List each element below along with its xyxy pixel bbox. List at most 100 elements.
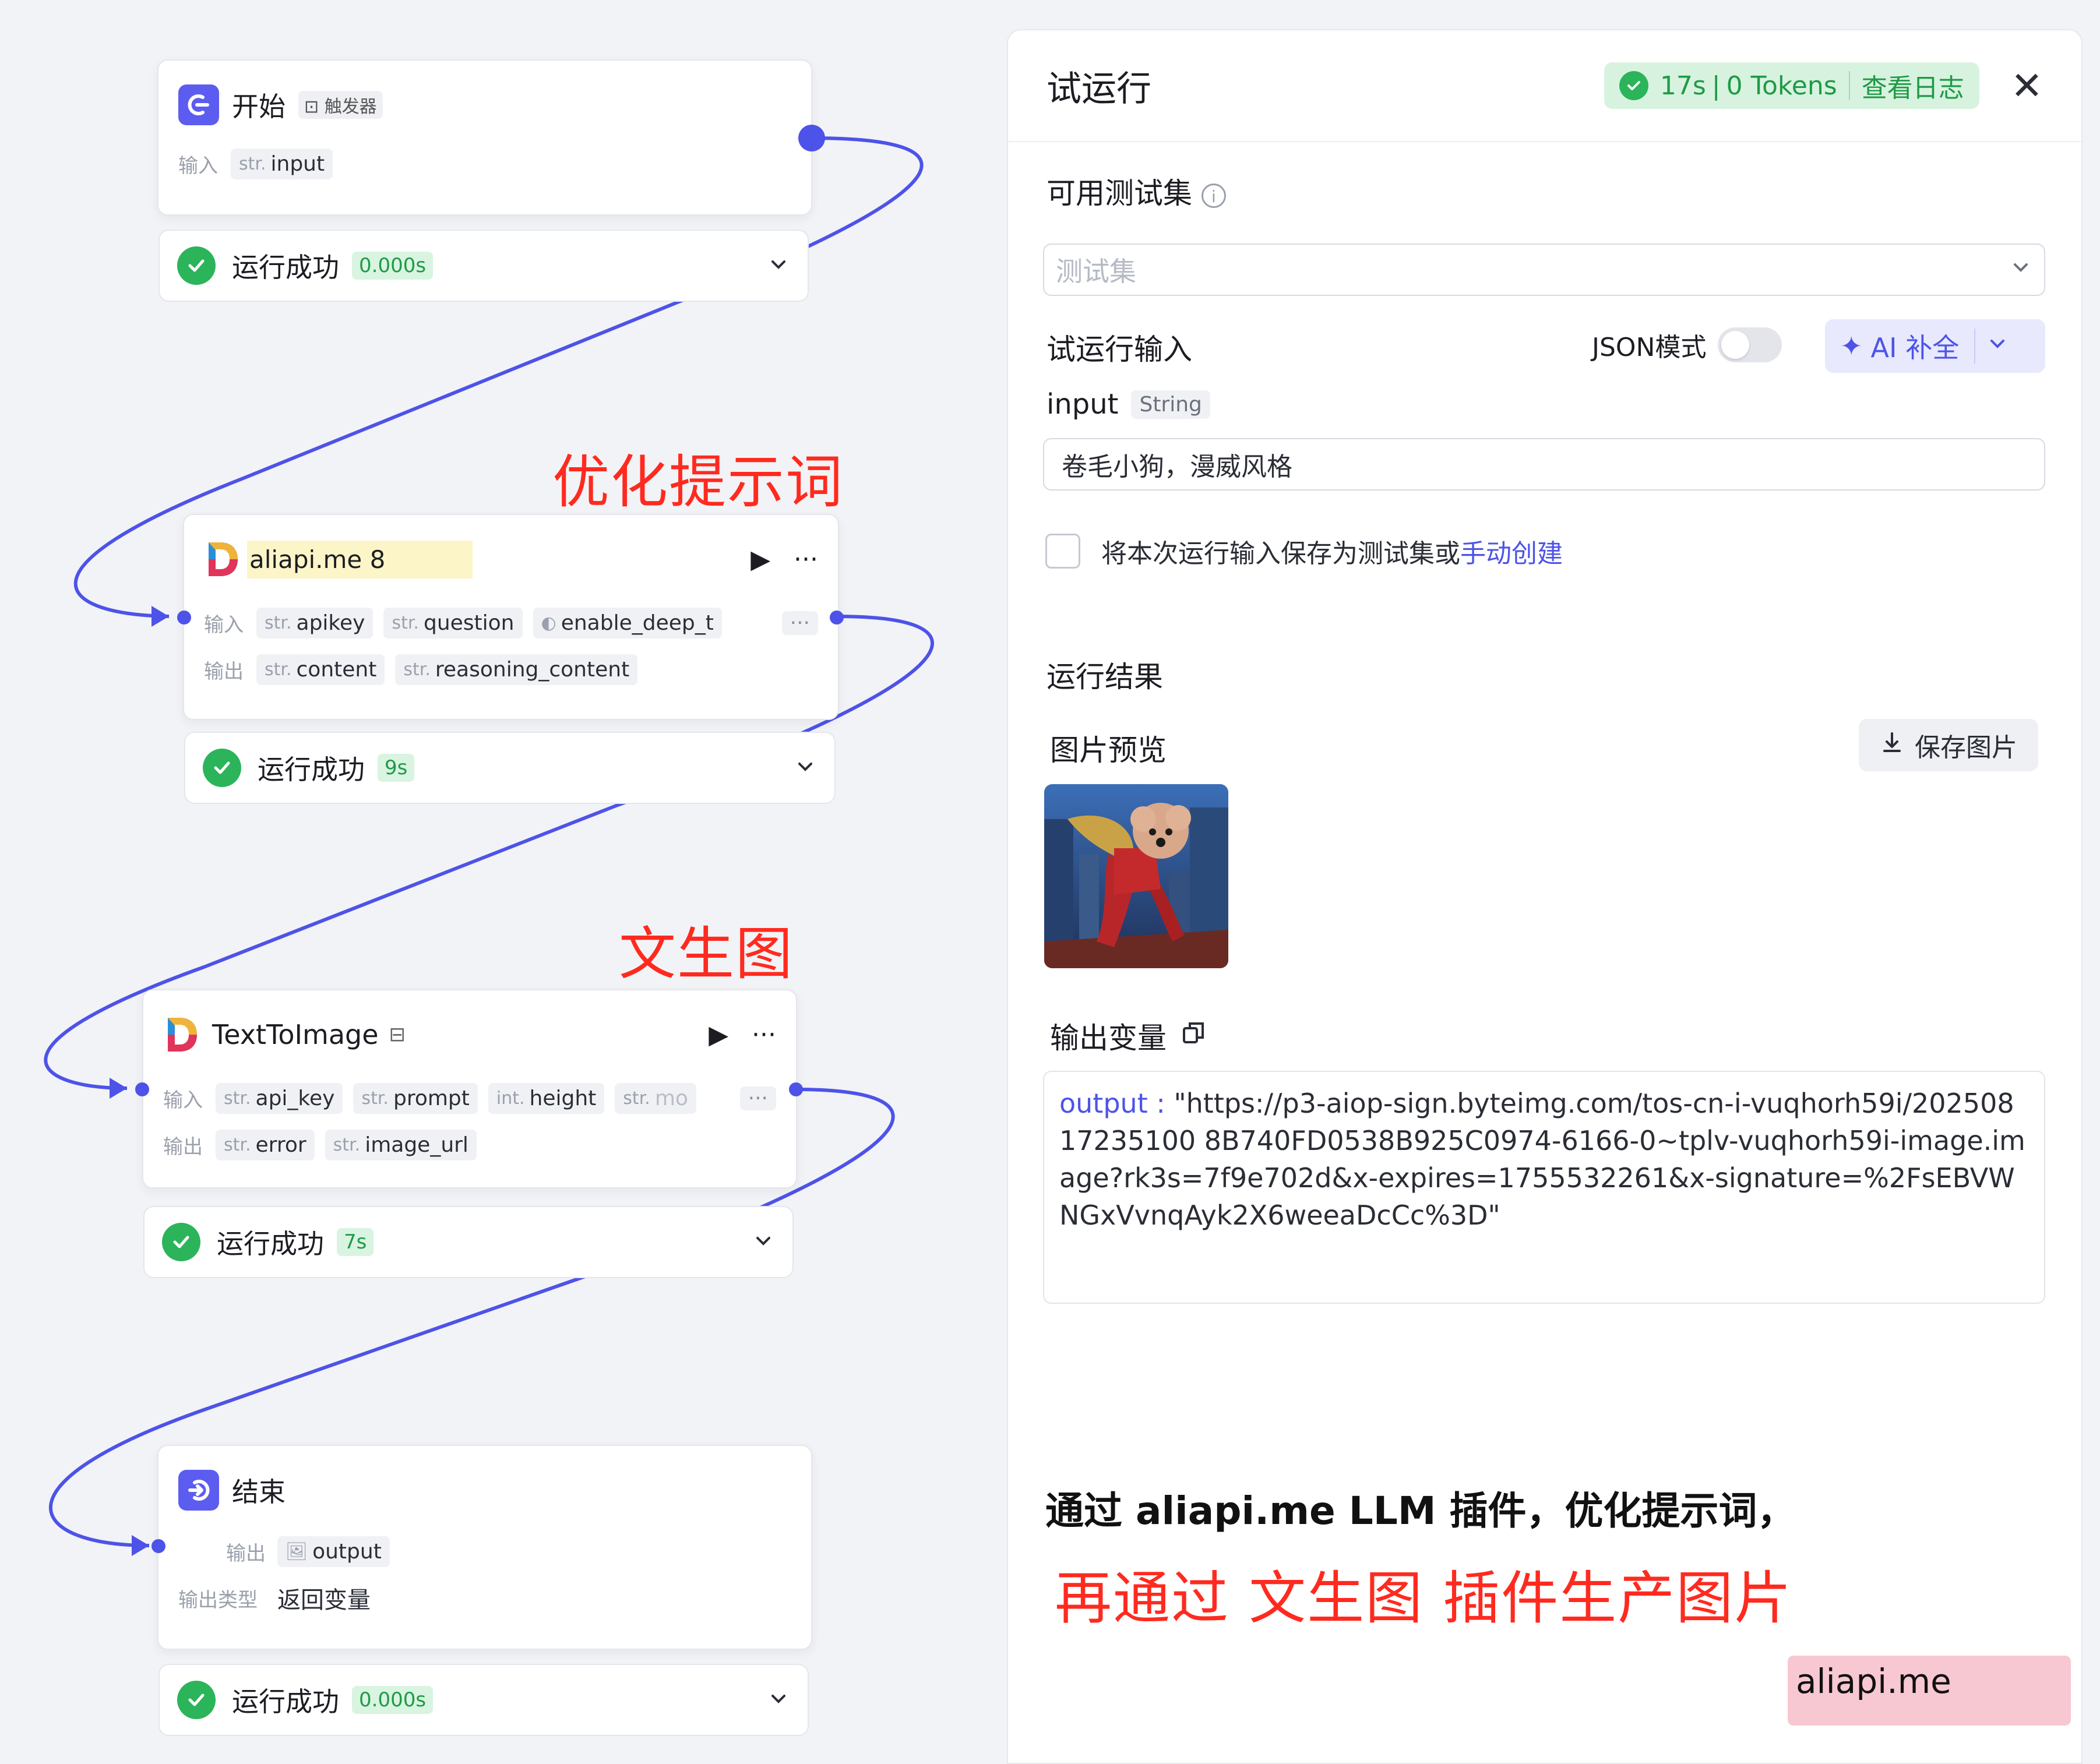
llm-status-bar[interactable]: 运行成功 9s: [184, 732, 836, 804]
end-icon: [178, 1470, 219, 1511]
start-output-port[interactable]: [798, 125, 825, 151]
info-icon[interactable]: i: [1201, 183, 1226, 208]
close-icon[interactable]: ✕: [2011, 63, 2043, 108]
run-summary-badge: 17s | 0 Tokens 查看日志: [1604, 62, 1979, 109]
t2i-input-api-key: str. api_key: [216, 1082, 343, 1114]
copy-icon[interactable]: [1181, 1019, 1206, 1053]
generated-image-preview[interactable]: [1044, 784, 1228, 968]
output-variable-label: 输出变量: [1050, 1015, 1206, 1057]
status-text: 运行成功: [217, 1228, 324, 1260]
start-node-title: 开始: [232, 91, 286, 122]
end-output-var: 🖼 output: [277, 1536, 390, 1567]
llm-input-port[interactable]: [177, 611, 191, 625]
chevron-down-icon[interactable]: [1975, 330, 2020, 362]
t2i-input-port[interactable]: [135, 1082, 149, 1096]
plugin-logo-icon: [209, 542, 238, 576]
workflow-canvas[interactable]: 开始 ⊡ 触发器 输入 str. input 运行成功 0.000s 优化提示词 …: [0, 0, 991, 1764]
node-more-icon[interactable]: ···: [794, 545, 818, 574]
panel-header: 试运行 17s | 0 Tokens 查看日志 ✕: [1008, 30, 2081, 142]
superhero-dog-image: [1044, 784, 1228, 968]
plugin-badge-icon: ⊟: [389, 1023, 406, 1046]
save-as-test-set-row: 将本次运行输入保存为测试集或 手动创建: [1045, 532, 1563, 570]
output-key: output :: [1059, 1088, 1165, 1119]
status-text: 运行成功: [232, 1686, 339, 1717]
output-type-value: 返回变量: [277, 1587, 371, 1614]
llm-output-content: str. content: [256, 654, 385, 685]
save-image-button[interactable]: 保存图片: [1859, 719, 2038, 771]
success-check-icon: [177, 246, 216, 285]
status-text: 运行成功: [258, 754, 365, 785]
save-test-set-checkbox[interactable]: [1045, 534, 1080, 569]
t2i-output-image-url: str. image_url: [325, 1129, 477, 1160]
test-run-panel: 试运行 17s | 0 Tokens 查看日志 ✕ 可用测试集 i 测试集 试运…: [1007, 29, 2083, 1764]
test-set-select[interactable]: 测试集: [1043, 244, 2045, 296]
chevron-down-icon[interactable]: [752, 1229, 775, 1255]
more-inputs-button[interactable]: ···: [739, 1086, 776, 1110]
end-input-port[interactable]: [151, 1539, 165, 1553]
output-variable-box[interactable]: output : "https://p3-aiop-sign.byteimg.c…: [1043, 1071, 2045, 1304]
output-label: 输出: [163, 1135, 203, 1159]
t2i-node-title: TextToImage: [212, 1019, 379, 1050]
llm-output-reasoning: str. reasoning_content: [395, 654, 638, 685]
badge-separator: [1848, 71, 1850, 100]
t2i-output-error: str. error: [216, 1129, 315, 1160]
llm-input-apikey: str. apikey: [256, 607, 374, 638]
status-time: 0.000s: [352, 252, 434, 280]
input-label: 输入: [163, 1088, 203, 1112]
annotation-optimize-prompt: 优化提示词: [552, 449, 844, 516]
input-label: 输入: [178, 154, 218, 178]
sparkle-icon: ✦: [1840, 330, 1863, 362]
output-label: 输出: [204, 659, 244, 683]
ai-complete-button[interactable]: ✦ AI 补全: [1825, 319, 2045, 373]
start-node[interactable]: 开始 ⊡ 触发器 输入 str. input: [157, 59, 812, 216]
status-time: 9s: [378, 754, 415, 782]
status-text: 运行成功: [232, 252, 339, 283]
chevron-down-icon[interactable]: [767, 253, 790, 278]
manual-create-link[interactable]: 手动创建: [1460, 532, 1563, 570]
caption-line-1: 通过 aliapi.me LLM 插件，优化提示词，: [1045, 1488, 1796, 1533]
run-duration: 17s: [1659, 70, 1706, 101]
start-input-var: str. input: [231, 148, 333, 179]
toggle-type-icon: ◐: [541, 612, 556, 633]
chevron-down-icon[interactable]: [767, 1687, 790, 1713]
end-status-bar[interactable]: 运行成功 0.000s: [158, 1664, 809, 1736]
run-node-play-icon[interactable]: ▶: [709, 1020, 728, 1050]
panel-title: 试运行: [1047, 68, 1151, 110]
json-mode-toggle[interactable]: [1718, 327, 1782, 362]
t2i-status-bar[interactable]: 运行成功 7s: [143, 1206, 794, 1278]
input-value-field[interactable]: 卷毛小狗，漫威风格: [1043, 438, 2045, 491]
more-inputs-button[interactable]: ···: [781, 611, 818, 635]
image-type-icon: 🖼: [286, 1541, 308, 1562]
json-mode-control: JSON模式: [1592, 326, 1782, 364]
test-set-label: 可用测试集 i: [1047, 170, 1226, 212]
llm-node[interactable]: aliapi.me 8 ▶ ··· 输入 str. apikey str. ques…: [183, 514, 839, 720]
success-check-icon: [203, 749, 241, 787]
status-time: 0.000s: [352, 1686, 434, 1714]
run-node-play-icon[interactable]: ▶: [750, 545, 770, 574]
llm-output-port[interactable]: [830, 611, 844, 625]
t2i-output-port[interactable]: [789, 1082, 803, 1096]
watermark-label: aliapi.me: [1788, 1656, 2071, 1726]
plugin-logo-icon: [168, 1018, 197, 1052]
trigger-tag[interactable]: ⊡ 触发器: [298, 91, 383, 119]
annotation-text-to-image: 文生图: [619, 921, 794, 987]
run-tokens: 0 Tokens: [1726, 70, 1837, 101]
chevron-down-icon: [2009, 254, 2032, 285]
llm-node-title: aliapi.me 8: [247, 540, 473, 578]
input-label: 输入: [204, 613, 244, 637]
view-log-link[interactable]: 查看日志: [1862, 67, 1964, 104]
node-more-icon[interactable]: ···: [752, 1020, 776, 1050]
end-node[interactable]: 结束 输出 🖼 output 输出类型 返回变量: [157, 1445, 812, 1650]
success-check-icon: [1619, 71, 1648, 100]
output-type-label: 输出类型: [178, 1588, 258, 1612]
chevron-down-icon[interactable]: [794, 755, 817, 781]
success-check-icon: [162, 1223, 200, 1261]
run-result-label: 运行结果: [1047, 660, 1163, 694]
start-status-bar[interactable]: 运行成功 0.000s: [158, 230, 809, 302]
input-field-label: input String: [1047, 388, 1210, 421]
status-time: 7s: [337, 1228, 374, 1256]
llm-input-enable-deep: ◐ enable_deep_t: [533, 607, 722, 638]
arrow-end-in: [132, 1535, 149, 1556]
text-to-image-node[interactable]: TextToImage ⊟ ▶ ··· 输入 str. api_key str. p…: [142, 989, 797, 1188]
end-node-title: 结束: [232, 1476, 286, 1508]
